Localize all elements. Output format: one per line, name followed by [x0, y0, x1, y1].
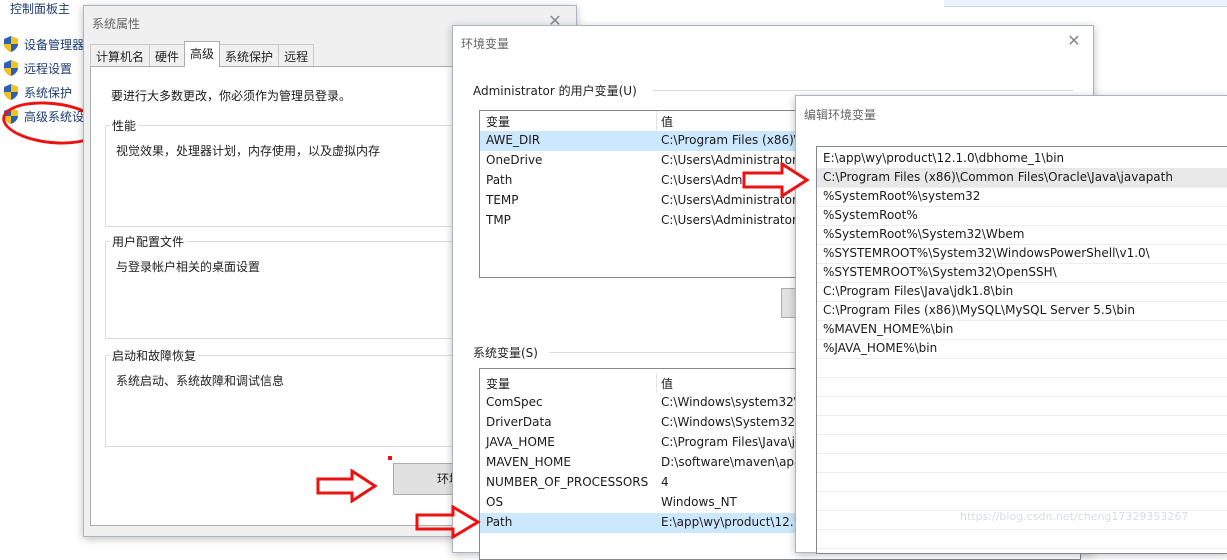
column-header-value: 值 [661, 377, 674, 391]
variable-value: E:\app\wy\product\12.1 [661, 515, 802, 529]
red-dot-marker [388, 456, 392, 460]
path-entry: %MAVEN_HOME%\bin [823, 322, 954, 336]
system-variables-label: 系统变量(S) [473, 346, 538, 360]
variable-name: TMP [486, 213, 511, 227]
tab-computer-name[interactable]: 计算机名 [90, 44, 151, 67]
tab-hardware[interactable]: 硬件 [149, 44, 186, 67]
user-variables-label: Administrator 的用户变量(U) [473, 84, 637, 98]
background-window-edge [944, 0, 1227, 7]
path-entry: C:\Program Files (x86)\MySQL\MySQL Serve… [823, 303, 1135, 317]
list-item[interactable]: C:\Program Files\Java\jdk1.8\bin [817, 282, 1227, 302]
variable-value: Windows_NT [661, 495, 737, 509]
close-icon[interactable]: ✕ [1063, 30, 1085, 52]
group-description: 系统启动、系统故障和调试信息 [116, 374, 285, 388]
column-header-variable: 变量 [486, 377, 511, 391]
red-arrow-icon [742, 162, 810, 198]
empty-list-row [817, 453, 1227, 473]
list-item[interactable]: %JAVA_HOME%\bin [817, 339, 1227, 359]
empty-list-row [817, 415, 1227, 435]
variable-value: C:\Program Files (x86)\ [661, 133, 798, 147]
variable-name: MAVEN_HOME [486, 455, 571, 469]
empty-list-row [817, 396, 1227, 416]
variable-value: C:\Users\Administrator\ [661, 213, 801, 227]
path-entry: %SYSTEMROOT%\System32\OpenSSH\ [823, 265, 1057, 279]
group-description: 视觉效果，处理器计划，内存使用，以及虚拟内存 [116, 144, 381, 158]
variable-name: Path [486, 515, 513, 529]
tab-remote[interactable]: 远程 [278, 44, 315, 67]
shield-icon [4, 60, 18, 76]
variable-name: DriverData [486, 415, 552, 429]
variable-name: NUMBER_OF_PROCESSORS [486, 475, 649, 489]
sidebar-item-system-protection[interactable]: 系统保护 [4, 82, 72, 102]
group-title: 启动和故障恢复 [110, 347, 199, 364]
edit-environment-variable-dialog: 编辑环境变量 E:\app\wy\product\12.1.0\dbhome_1… [795, 95, 1227, 554]
variable-value: D:\software\maven\apa [661, 455, 802, 469]
variable-value: C:\Program Files\Java\jc [661, 435, 802, 449]
empty-list-row [817, 472, 1227, 492]
shield-icon [4, 36, 18, 52]
list-item[interactable]: E:\app\wy\product\12.1.0\dbhome_1\bin [817, 149, 1227, 169]
path-entry: %SystemRoot%\system32 [823, 189, 981, 203]
empty-list-row [817, 377, 1227, 397]
dialog-title: 系统属性 [92, 17, 141, 31]
list-item-selected[interactable]: C:\Program Files (x86)\Common Files\Orac… [817, 168, 1227, 188]
variable-name: OS [486, 495, 504, 509]
variable-name: ComSpec [486, 395, 543, 409]
empty-list-row [817, 529, 1227, 549]
group-title: 性能 [110, 117, 139, 134]
red-arrow-icon [415, 505, 481, 539]
sidebar-item-device-manager[interactable]: 设备管理器 [4, 34, 84, 54]
tab-advanced[interactable]: 高级 [184, 41, 221, 67]
variable-value: 4 [661, 475, 669, 489]
path-entry: %JAVA_HOME%\bin [823, 341, 938, 355]
variable-value: C:\Windows\system32\ [661, 395, 798, 409]
group-description: 与登录帐户相关的桌面设置 [116, 260, 261, 274]
title-bar: 环境变量 ✕ [453, 26, 1093, 56]
list-item[interactable]: %SYSTEMROOT%\System32\WindowsPowerShell\… [817, 244, 1227, 264]
empty-list-row [817, 491, 1227, 511]
list-item[interactable]: %SystemRoot%\System32\Wbem [817, 225, 1227, 245]
list-item[interactable]: %SystemRoot% [817, 206, 1227, 226]
list-item[interactable]: %MAVEN_HOME%\bin [817, 320, 1227, 340]
sidebar-item-label: 系统保护 [24, 85, 73, 100]
variable-name: TEMP [486, 193, 519, 207]
tab-system-protection[interactable]: 系统保护 [219, 44, 280, 67]
empty-list-row [817, 358, 1227, 378]
path-entry: C:\Program Files\Java\jdk1.8\bin [823, 284, 1014, 298]
variable-name: JAVA_HOME [486, 435, 555, 449]
red-arrow-icon [316, 469, 378, 503]
section-divider [653, 90, 1073, 91]
variable-name: OneDrive [486, 153, 543, 167]
path-entry: %SystemRoot%\System32\Wbem [823, 227, 1025, 241]
variable-value: C:\Windows\System32\ [661, 415, 800, 429]
admin-note: 要进行大多数更改，你必须作为管理员登录。 [111, 89, 352, 103]
sidebar-item-label: 设备管理器 [24, 37, 85, 52]
shield-icon [4, 84, 18, 100]
variable-name: AWE_DIR [486, 133, 541, 147]
sidebar-item-label: 远程设置 [24, 61, 73, 76]
list-item[interactable]: %SystemRoot%\system32 [817, 187, 1227, 207]
column-header-value: 值 [661, 115, 674, 129]
empty-list-row [817, 434, 1227, 454]
list-item[interactable]: %SYSTEMROOT%\System32\OpenSSH\ [817, 263, 1227, 283]
tab-bar: 计算机名 硬件 高级 系统保护 远程 [90, 41, 315, 67]
column-header-variable: 变量 [486, 115, 511, 129]
path-entry: %SYSTEMROOT%\System32\WindowsPowerShell\… [823, 246, 1150, 260]
column-separator [656, 111, 657, 131]
control-panel-home-link[interactable]: 控制面板主 [10, 0, 70, 17]
path-entry: %SystemRoot% [823, 208, 918, 222]
column-separator [656, 373, 657, 393]
sidebar-item-remote-settings[interactable]: 远程设置 [4, 58, 72, 78]
path-entries-list[interactable]: E:\app\wy\product\12.1.0\dbhome_1\bin C:… [816, 146, 1227, 554]
dialog-title: 编辑环境变量 [804, 108, 877, 122]
title-bar: 编辑环境变量 [796, 96, 1227, 126]
group-title: 用户配置文件 [110, 233, 187, 250]
dialog-title: 环境变量 [461, 37, 510, 51]
list-item[interactable]: C:\Program Files (x86)\MySQL\MySQL Serve… [817, 301, 1227, 321]
watermark-url: https://blog.csdn.net/cheng17329353267 [960, 510, 1189, 523]
path-entry: E:\app\wy\product\12.1.0\dbhome_1\bin [823, 151, 1065, 165]
path-entry: C:\Program Files (x86)\Common Files\Orac… [823, 170, 1173, 184]
variable-name: Path [486, 173, 513, 187]
